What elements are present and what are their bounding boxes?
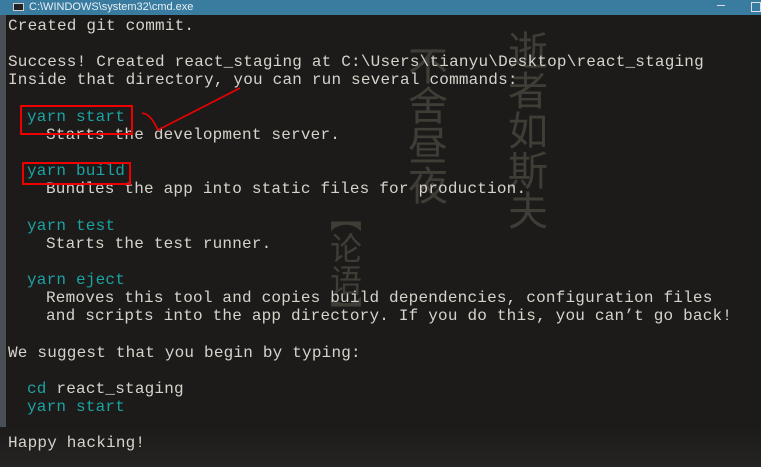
annotation-arrow <box>141 87 241 132</box>
annotation-stroke <box>141 87 241 132</box>
